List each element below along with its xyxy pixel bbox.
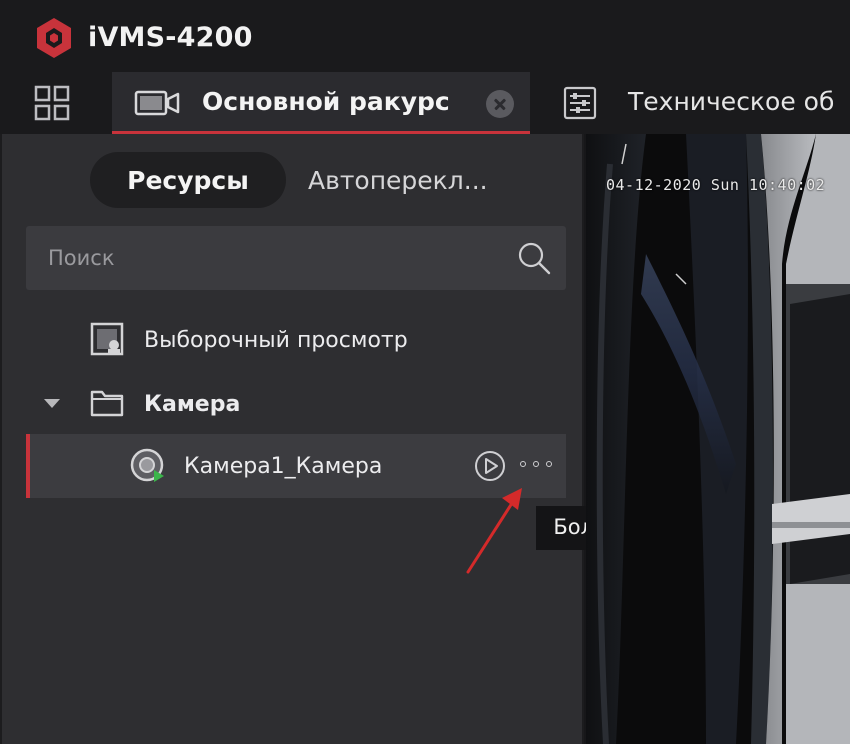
app-title: iVMS-4200 <box>88 22 253 53</box>
caret-down-icon[interactable] <box>42 396 62 410</box>
module-grid-icon[interactable] <box>34 85 70 121</box>
tab-bar: Основной ракурс Техническое об <box>0 68 850 134</box>
live-video-view[interactable]: 04-12-2020 Sun 10:40:02 <box>586 134 850 744</box>
tab-maintenance[interactable]: Техническое об <box>544 72 850 134</box>
tree-item-custom-view-label: Выборочный просмотр <box>144 328 408 353</box>
title-bar: iVMS-4200 <box>0 0 850 68</box>
search-input[interactable] <box>26 226 506 290</box>
more-options-icon[interactable] <box>520 456 558 472</box>
ivms-logo-icon <box>37 18 71 58</box>
annotation-arrow-icon <box>466 488 522 574</box>
subtab-resources[interactable]: Ресурсы <box>90 152 286 208</box>
search-box <box>26 226 566 290</box>
video-camera-icon <box>134 90 180 116</box>
custom-view-icon <box>90 322 124 356</box>
tree-group-camera[interactable]: Камера <box>26 374 566 436</box>
folder-icon <box>90 390 124 417</box>
camera-feed-image <box>586 134 850 744</box>
subtab-auto-switch[interactable]: Автоперекл... <box>308 166 488 195</box>
camera-online-icon <box>130 448 164 482</box>
tab-main-view[interactable]: Основной ракурс <box>112 72 530 134</box>
tree-group-camera-label: Камера <box>144 392 241 417</box>
tab-main-view-label: Основной ракурс <box>202 87 450 116</box>
close-tab-icon[interactable] <box>486 90 514 118</box>
search-icon[interactable] <box>516 240 552 276</box>
tree-item-custom-view[interactable]: Выборочный просмотр <box>26 310 566 372</box>
tab-maintenance-label: Техническое об <box>628 87 835 116</box>
tree-item-camera1-label: Камера1_Камера <box>184 454 383 479</box>
subtab-resources-label: Ресурсы <box>127 166 249 195</box>
resource-panel: Ресурсы Автоперекл... Выборочный просмот… <box>0 134 584 744</box>
play-icon[interactable] <box>474 450 506 482</box>
osd-timestamp: 04-12-2020 Sun 10:40:02 <box>606 176 826 194</box>
maintenance-icon <box>563 86 597 120</box>
